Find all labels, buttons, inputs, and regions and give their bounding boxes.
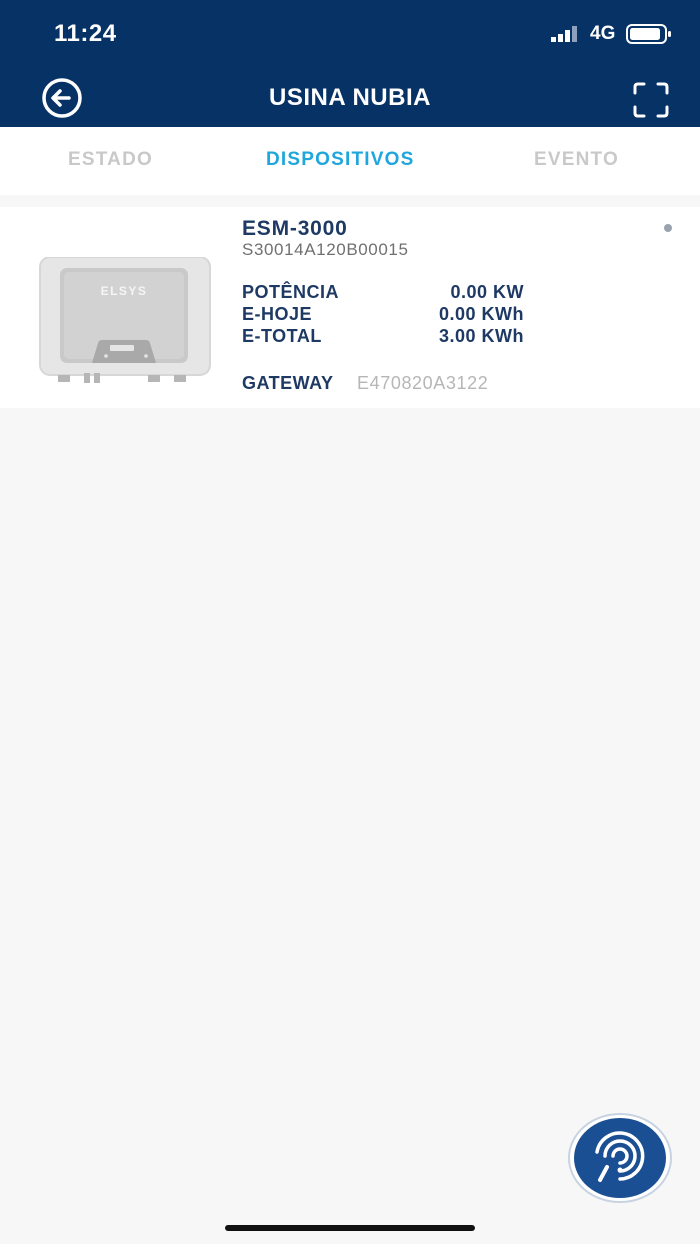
- network-type: 4G: [590, 23, 616, 44]
- metric-value-e-hoje: 0.00 KWh: [438, 304, 524, 324]
- home-indicator: [225, 1225, 475, 1231]
- status-dot: [664, 224, 672, 232]
- status-time: 11:24: [54, 20, 117, 47]
- signal-icon: [551, 26, 583, 47]
- svg-text:ELSYS: ELSYS: [101, 284, 148, 298]
- app-header: 11:24 4G USINA NUBIA: [0, 0, 700, 127]
- tab-dispositivos[interactable]: DISPOSITIVOS: [266, 149, 415, 171]
- tab-bar: ESTADO DISPOSITIVOS EVENTO: [0, 127, 700, 195]
- battery-icon: [626, 24, 672, 49]
- tab-evento[interactable]: EVENTO: [534, 149, 619, 171]
- support-chat-button[interactable]: [567, 1112, 673, 1204]
- metric-value-potencia: 0.00 KW: [450, 282, 524, 302]
- fullscreen-button[interactable]: [632, 81, 670, 119]
- gateway-label: GATEWAY: [242, 373, 334, 393]
- device-serial: S30014A120B00015: [242, 240, 409, 259]
- metric-label-e-total: E-TOTAL: [242, 326, 322, 346]
- metric-value-e-total: 3.00 KWh: [438, 326, 524, 346]
- gateway-value: E470820A3122: [357, 373, 489, 393]
- device-card[interactable]: ELSYS ESM-3000 S30014A120B00015 POTÊNCIA…: [0, 207, 700, 408]
- inverter-image: ELSYS: [38, 256, 212, 390]
- metric-label-potencia: POTÊNCIA: [242, 282, 340, 302]
- device-model: ESM-3000: [242, 217, 348, 240]
- page-title: USINA NUBIA: [269, 84, 431, 111]
- fullscreen-icon: [633, 82, 669, 118]
- metric-label-e-hoje: E-HOJE: [242, 304, 313, 324]
- tab-estado[interactable]: ESTADO: [68, 149, 153, 171]
- chat-support-icon: [568, 1113, 672, 1203]
